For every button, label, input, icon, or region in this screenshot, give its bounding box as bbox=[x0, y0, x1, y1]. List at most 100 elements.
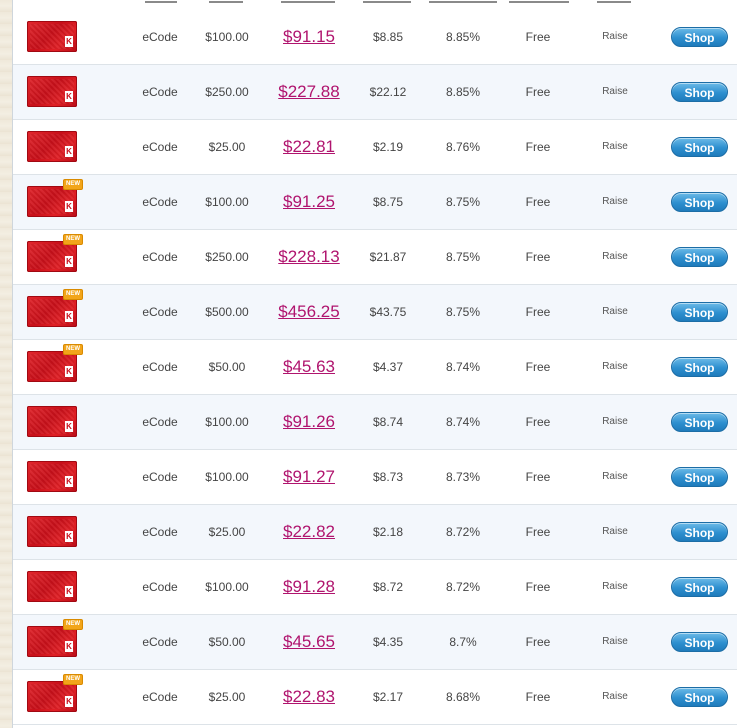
table-row: K eCode $100.00 $91.26 $8.74 8.74% Free … bbox=[13, 395, 737, 450]
card-value: $100.00 bbox=[205, 30, 249, 44]
gift-card-thumbnail[interactable]: K NEW bbox=[27, 179, 83, 217]
new-badge: NEW bbox=[63, 344, 83, 355]
card-logo-icon: K bbox=[65, 311, 73, 322]
card-logo-icon: K bbox=[65, 421, 73, 432]
savings-percent: 8.74% bbox=[445, 360, 481, 374]
header-label-fragment bbox=[281, 1, 335, 3]
gift-card-thumbnail[interactable]: K NEW bbox=[27, 234, 83, 272]
seller-name: Raise bbox=[602, 581, 628, 592]
gift-card-thumbnail[interactable]: K NEW bbox=[27, 344, 83, 382]
card-type: eCode bbox=[142, 525, 178, 539]
card-type: eCode bbox=[142, 635, 178, 649]
card-price-link[interactable]: $227.88 bbox=[263, 65, 355, 119]
gift-card-thumbnail[interactable]: K bbox=[27, 131, 77, 162]
card-price-link[interactable]: $228.13 bbox=[263, 230, 355, 284]
new-badge: NEW bbox=[63, 234, 83, 245]
card-logo-icon: K bbox=[65, 366, 73, 377]
seller-name: Raise bbox=[602, 471, 628, 482]
savings-amount: $43.75 bbox=[369, 305, 407, 319]
table-row: K eCode $25.00 $22.82 $2.18 8.72% Free R… bbox=[13, 505, 737, 560]
card-price-link[interactable]: $91.27 bbox=[263, 450, 355, 504]
card-value: $50.00 bbox=[208, 360, 246, 374]
savings-percent: 8.75% bbox=[445, 195, 481, 209]
seller-name: Raise bbox=[602, 361, 628, 372]
shop-button[interactable]: Shop bbox=[671, 247, 728, 267]
gift-card-thumbnail[interactable]: K bbox=[27, 461, 77, 492]
card-price-link[interactable]: $45.65 bbox=[263, 615, 355, 669]
card-value: $250.00 bbox=[205, 85, 249, 99]
savings-amount: $8.74 bbox=[372, 415, 404, 429]
seller-name: Raise bbox=[602, 416, 628, 427]
gift-card-thumbnail[interactable]: K NEW bbox=[27, 619, 83, 657]
card-price-link[interactable]: $22.82 bbox=[263, 505, 355, 559]
card-price-link[interactable]: $91.28 bbox=[263, 560, 355, 614]
listing-rows: K eCode $100.00 $91.15 $8.85 8.85% Free … bbox=[13, 10, 737, 725]
shop-button[interactable]: Shop bbox=[671, 687, 728, 707]
card-logo-icon: K bbox=[65, 146, 73, 157]
card-value: $25.00 bbox=[208, 690, 246, 704]
table-row: K NEW eCode $50.00 $45.63 $4.37 8.74% Fr… bbox=[13, 340, 737, 395]
savings-amount: $4.37 bbox=[372, 360, 404, 374]
table-row: K NEW eCode $250.00 $228.13 $21.87 8.75%… bbox=[13, 230, 737, 285]
shipping-cost: Free bbox=[525, 195, 551, 209]
savings-amount: $8.75 bbox=[372, 195, 404, 209]
card-logo-icon: K bbox=[65, 36, 73, 47]
table-row: K NEW eCode $25.00 $22.83 $2.17 8.68% Fr… bbox=[13, 670, 737, 725]
savings-percent: 8.72% bbox=[445, 525, 481, 539]
table-row: K eCode $25.00 $22.81 $2.19 8.76% Free R… bbox=[13, 120, 737, 175]
gift-card-thumbnail[interactable]: K bbox=[27, 76, 77, 107]
card-price-link[interactable]: $91.15 bbox=[263, 10, 355, 64]
shop-button[interactable]: Shop bbox=[671, 82, 728, 102]
seller-name: Raise bbox=[602, 31, 628, 42]
card-price-link[interactable]: $22.81 bbox=[263, 120, 355, 174]
table-row: K eCode $100.00 $91.15 $8.85 8.85% Free … bbox=[13, 10, 737, 65]
card-value: $100.00 bbox=[205, 580, 249, 594]
shop-button[interactable]: Shop bbox=[671, 27, 728, 47]
gift-card-thumbnail[interactable]: K bbox=[27, 21, 77, 52]
page-background bbox=[0, 0, 12, 728]
card-price-link[interactable]: $45.63 bbox=[263, 340, 355, 394]
shipping-cost: Free bbox=[525, 250, 551, 264]
card-logo-icon: K bbox=[65, 201, 73, 212]
gift-card-thumbnail[interactable]: K bbox=[27, 406, 77, 437]
shipping-cost: Free bbox=[525, 30, 551, 44]
table-row: K NEW eCode $50.00 $45.65 $4.35 8.7% Fre… bbox=[13, 615, 737, 670]
savings-amount: $4.35 bbox=[372, 635, 404, 649]
card-price-link[interactable]: $456.25 bbox=[263, 285, 355, 339]
savings-percent: 8.76% bbox=[445, 140, 481, 154]
gift-card-thumbnail[interactable]: K bbox=[27, 516, 77, 547]
shop-button[interactable]: Shop bbox=[671, 632, 728, 652]
shop-button[interactable]: Shop bbox=[671, 137, 728, 157]
shop-button[interactable]: Shop bbox=[671, 302, 728, 322]
shop-button[interactable]: Shop bbox=[671, 192, 728, 212]
savings-percent: 8.74% bbox=[445, 415, 481, 429]
table-header-cutoff bbox=[13, 0, 737, 10]
card-logo-icon: K bbox=[65, 586, 73, 597]
card-type: eCode bbox=[142, 470, 178, 484]
table-row: K NEW eCode $100.00 $91.25 $8.75 8.75% F… bbox=[13, 175, 737, 230]
seller-name: Raise bbox=[602, 86, 628, 97]
card-price-link[interactable]: $91.26 bbox=[263, 395, 355, 449]
shop-button[interactable]: Shop bbox=[671, 522, 728, 542]
card-type: eCode bbox=[142, 360, 178, 374]
shop-button[interactable]: Shop bbox=[671, 412, 728, 432]
gift-card-thumbnail[interactable]: K NEW bbox=[27, 289, 83, 327]
shop-button[interactable]: Shop bbox=[671, 467, 728, 487]
card-type: eCode bbox=[142, 305, 178, 319]
shop-button[interactable]: Shop bbox=[671, 577, 728, 597]
card-value: $250.00 bbox=[205, 250, 249, 264]
shop-button[interactable]: Shop bbox=[671, 357, 728, 377]
table-row: K eCode $100.00 $91.28 $8.72 8.72% Free … bbox=[13, 560, 737, 615]
savings-amount: $2.18 bbox=[372, 525, 404, 539]
shipping-cost: Free bbox=[525, 525, 551, 539]
savings-amount: $8.73 bbox=[372, 470, 404, 484]
gift-card-thumbnail[interactable]: K bbox=[27, 571, 77, 602]
shipping-cost: Free bbox=[525, 85, 551, 99]
gift-card-thumbnail[interactable]: K NEW bbox=[27, 674, 83, 712]
savings-amount: $2.19 bbox=[372, 140, 404, 154]
card-value: $100.00 bbox=[205, 415, 249, 429]
card-price-link[interactable]: $91.25 bbox=[263, 175, 355, 229]
card-price-link[interactable]: $22.83 bbox=[263, 670, 355, 724]
table-row: K eCode $250.00 $227.88 $22.12 8.85% Fre… bbox=[13, 65, 737, 120]
card-logo-icon: K bbox=[65, 696, 73, 707]
